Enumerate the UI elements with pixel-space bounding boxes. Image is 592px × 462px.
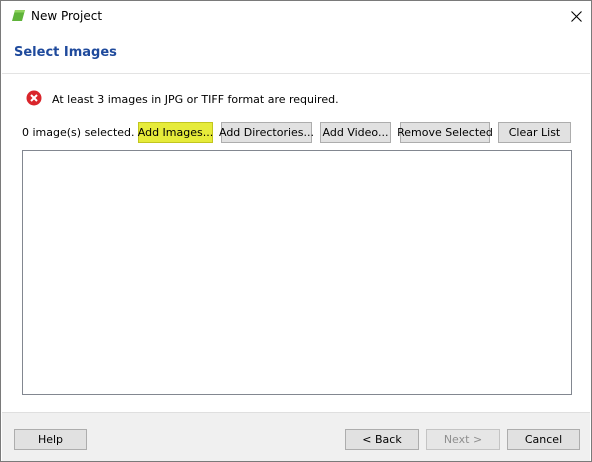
add-images-button[interactable]: Add Images... — [138, 122, 213, 143]
new-project-dialog: New Project Select Images At least 3 ima… — [0, 0, 592, 462]
error-icon — [26, 90, 42, 106]
back-button[interactable]: < Back — [345, 429, 419, 450]
help-button[interactable]: Help — [14, 429, 87, 450]
remove-selected-button[interactable]: Remove Selected — [397, 122, 493, 143]
close-icon — [570, 10, 582, 22]
window-title: New Project — [31, 9, 103, 23]
next-button[interactable]: Next > — [426, 429, 500, 450]
add-directories-button[interactable]: Add Directories... — [219, 122, 314, 143]
title-bar[interactable]: New Project — [1, 1, 591, 31]
image-list[interactable] — [22, 150, 572, 395]
cancel-button[interactable]: Cancel — [507, 429, 580, 450]
add-video-button[interactable]: Add Video... — [320, 122, 391, 143]
page-title: Select Images — [14, 45, 117, 60]
error-message: At least 3 images in JPG or TIFF format … — [52, 93, 339, 106]
clear-list-button[interactable]: Clear List — [498, 122, 571, 143]
dialog-footer: Help < Back Next > Cancel — [2, 412, 590, 461]
header-divider — [2, 73, 590, 74]
close-button[interactable] — [562, 3, 590, 29]
app-icon — [12, 9, 25, 22]
selected-count: 0 image(s) selected. — [22, 126, 135, 139]
